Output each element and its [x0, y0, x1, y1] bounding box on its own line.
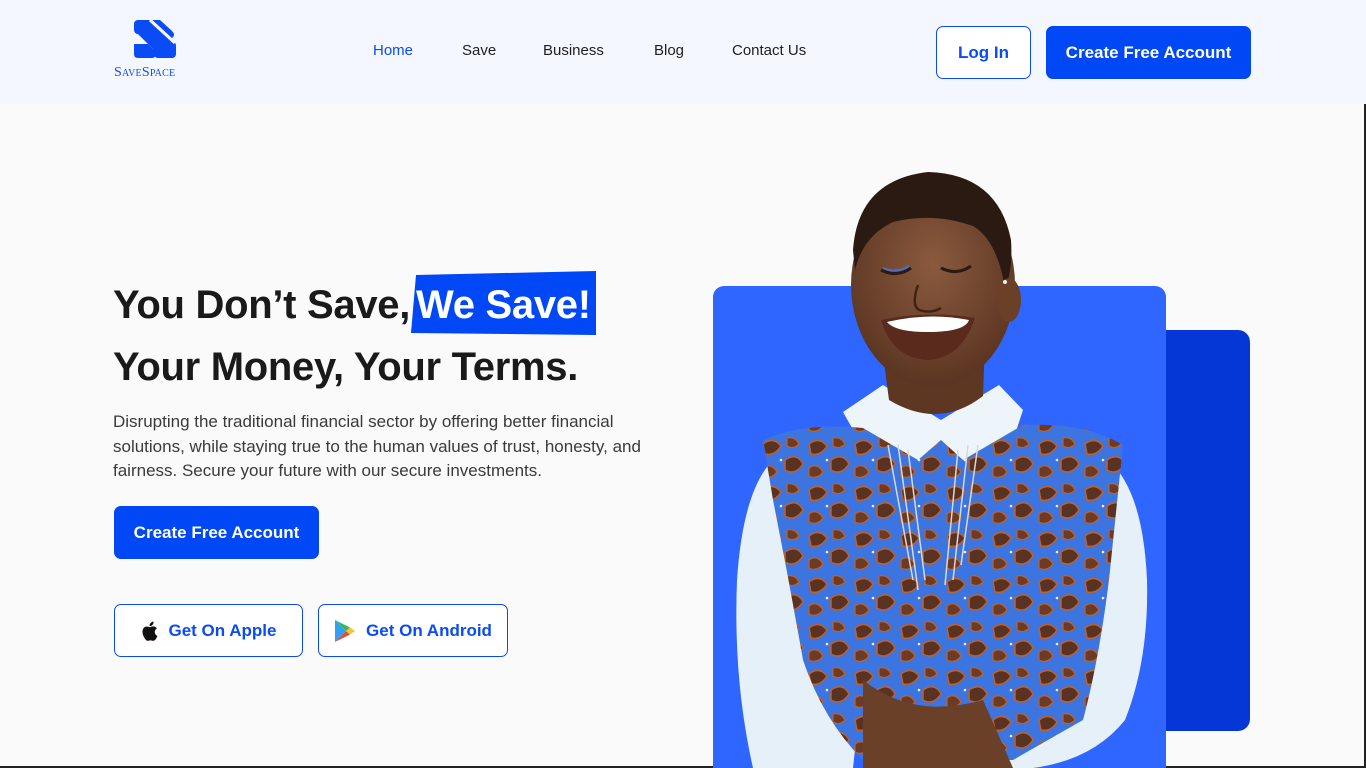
- logo[interactable]: SaveSpace: [114, 20, 198, 84]
- hero-person-image: [736, 172, 1148, 768]
- login-button[interactable]: Log In: [936, 26, 1031, 79]
- apple-icon: [141, 621, 157, 641]
- apple-button-label: Get On Apple: [168, 620, 277, 640]
- nav-save[interactable]: Save: [462, 42, 496, 59]
- nav-business[interactable]: Business: [543, 42, 604, 59]
- nav-contact-us[interactable]: Contact Us: [732, 42, 806, 59]
- google-play-icon: [335, 619, 356, 642]
- hero-create-account-button[interactable]: Create Free Account: [114, 506, 319, 559]
- hero-title-line1: You Don’t Save, We Save!: [113, 271, 597, 335]
- get-on-android-button[interactable]: Get On Android: [318, 604, 508, 657]
- hero-title-line2: Your Money, Your Terms.: [113, 345, 579, 389]
- hero-title-highlight: We Save!: [411, 271, 597, 335]
- hero-description: Disrupting the traditional financial sec…: [113, 412, 641, 480]
- nav-home[interactable]: Home: [373, 42, 413, 59]
- logo-wordmark: SaveSpace: [114, 65, 176, 80]
- hero-title-prefix: You Don’t Save,: [113, 283, 411, 327]
- site-header: SaveSpace Home Save Business Blog Contac…: [0, 0, 1366, 104]
- nav-blog[interactable]: Blog: [654, 42, 684, 59]
- get-on-apple-button[interactable]: Get On Apple: [114, 604, 303, 657]
- android-button-label: Get On Android: [366, 620, 492, 640]
- savespace-s-logo-icon: [134, 20, 176, 58]
- header-create-account-button[interactable]: Create Free Account: [1046, 26, 1251, 79]
